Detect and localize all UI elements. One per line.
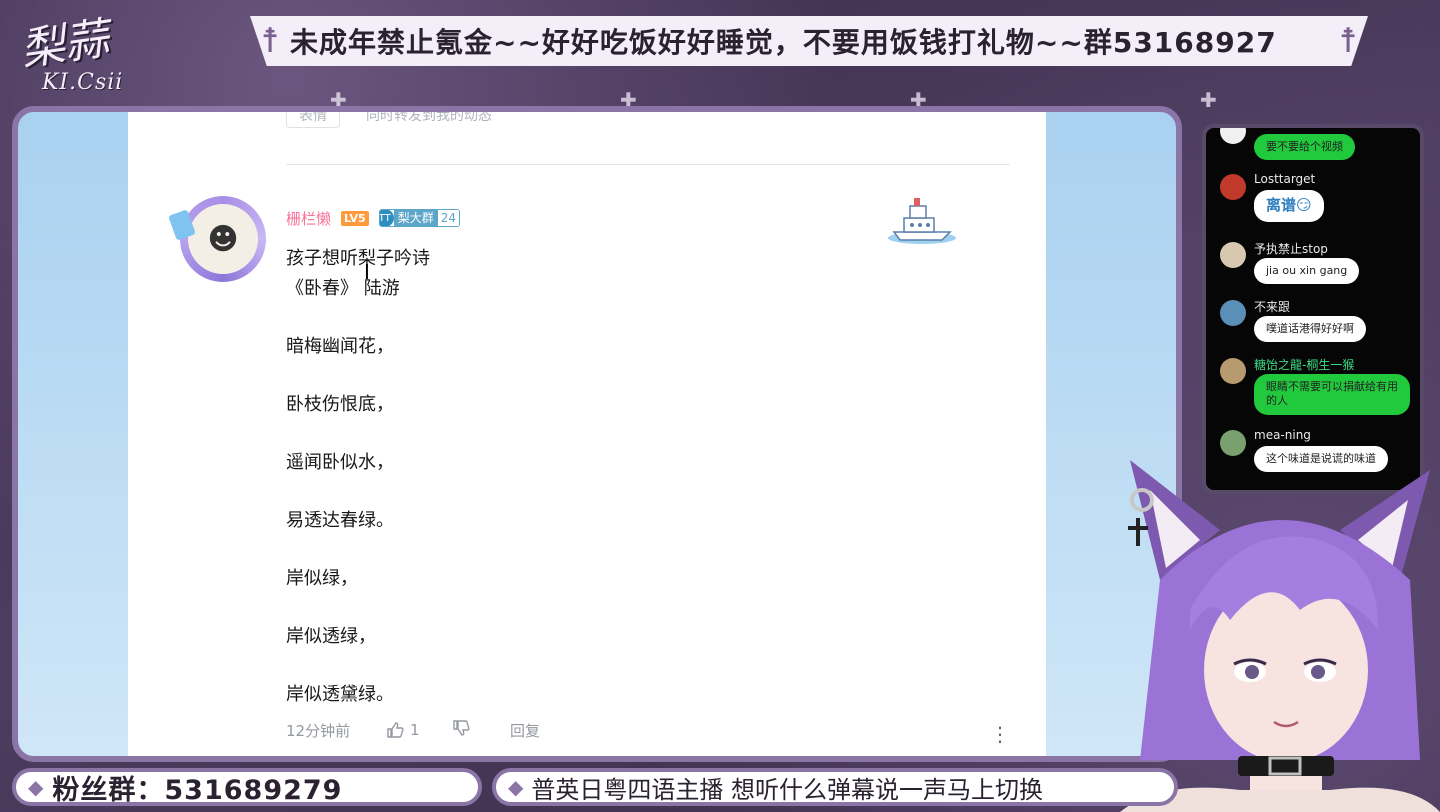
chat-message: 糖饴之龍-桐生一猴 眼睛不需要可以捐献给有用的人 [1220,356,1416,426]
comment-page: 表情 同时转发到我的动态 ☻ 栅栏懒 LV5 TT 梨大群 24 孩子想听梨子吟… [128,112,1046,756]
comment-line: 《卧春》 陆游 [286,278,400,299]
forward-to-feed-checkbox[interactable]: 同时转发到我的动态 [366,112,492,125]
chat-avatar [1220,174,1246,200]
cross-decoration-icon: ✚ [1200,88,1217,112]
fan-group-text: 粉丝群：531689279 [52,774,343,806]
channel-logo: 梨蒜 KI.Csii [16,4,146,104]
logo-main-text: 梨蒜 [17,13,112,76]
chat-username: 予执禁止stop [1254,242,1328,256]
ship-garb-icon [888,198,956,244]
chat-username: Losttarget [1254,172,1316,186]
comment-line: 孩子想听梨子吟诗 [286,248,430,269]
text-cursor-icon: I [364,260,370,284]
like-count: 1 [410,721,420,739]
comment-line: 易透达春绿。 [286,510,394,531]
reply-button[interactable]: 回复 [510,720,570,741]
comment-line: 卧枝伤恨底， [286,394,394,415]
fan-medal-level: 24 [437,210,459,226]
comment-user-line: 栅栏懒 LV5 TT 梨大群 24 [286,208,460,228]
emoji-button[interactable]: 表情 [286,112,340,128]
chat-bubble: 眼睛不需要可以捐献给有用的人 [1254,374,1410,415]
topic-text: 普英日粤四语主播 想听什么弹幕说一声马上切换 [531,775,1044,804]
fan-group-bar: ◆ 粉丝群：531689279 [12,768,482,806]
fan-medal-icon: TT [379,210,394,226]
comment-line: 遥闻卧似水， [286,452,394,473]
comment-footer: 12分钟前 1 回复 ⋮ [286,718,1010,746]
thumbs-up-icon [387,722,404,738]
chat-avatar [1220,358,1246,384]
more-options-icon[interactable]: ⋮ [990,722,1010,746]
comment-username[interactable]: 栅栏懒 [286,208,331,229]
captured-screen: 表情 同时转发到我的动态 ☻ 栅栏懒 LV5 TT 梨大群 24 孩子想听梨子吟… [12,106,1182,762]
user-avatar-frame[interactable]: ☻ [180,196,266,282]
logo-sub-text: KI.Csii [42,70,124,95]
chat-avatar [1220,128,1246,144]
user-level-badge: LV5 [341,210,369,226]
diamond-icon: ◆ [508,775,524,799]
vtuber-avatar [1120,460,1440,812]
chat-username: 不来跟 [1254,300,1291,314]
chat-avatar [1220,242,1246,268]
comment-time: 12分钟前 [286,721,351,740]
dislike-button[interactable] [452,719,510,741]
comment-line: 岸似绿， [286,568,358,589]
chat-bubble: 要不要给个视频 [1254,134,1355,161]
chat-bubble: 噗道话港得好好啊 [1254,316,1366,343]
chat-message: 要不要给个视频 [1220,128,1416,164]
like-button[interactable]: 1 [386,721,452,739]
fan-medal[interactable]: TT 梨大群 24 [378,209,460,227]
chat-avatar [1220,430,1246,456]
comment-line: 暗梅幽闻花， [286,336,394,357]
comment-line: 岸似透黛绿。 [286,684,394,705]
chat-avatar [1220,300,1246,326]
diamond-icon: ◆ [28,775,45,799]
chat-message: Losttarget 离谱😏 [1220,172,1416,236]
thumbs-down-icon [453,720,470,736]
avatar: ☻ [188,204,258,274]
divider [286,164,1010,165]
top-banner: ☨ 未成年禁止氪金~~好好吃饭好好睡觉，不要用饭钱打礼物~~群53168927 … [250,16,1368,66]
chat-message: 不来跟 噗道话港得好好啊 [1220,298,1416,352]
chat-username: mea-ning [1254,428,1311,442]
chat-bubble: 离谱😏 [1254,190,1324,222]
topic-bar: ◆ 普英日粤四语主播 想听什么弹幕说一声马上切换 [492,768,1178,806]
comment-line: 岸似透绿， [286,626,376,647]
chat-bubble: jia ou xin gang [1254,258,1360,285]
danmaku-chat-panel: 要不要给个视频 Losttarget 离谱😏 予执禁止stop jia ou x… [1202,124,1424,494]
previous-comment-actions: 表情 同时转发到我的动态 [286,112,492,128]
chat-username: 糖饴之龍-桐生一猴 [1254,358,1355,372]
chat-message: 予执禁止stop jia ou xin gang [1220,240,1416,294]
top-banner-text: 未成年禁止氪金~~好好吃饭好好睡觉，不要用饭钱打礼物~~群53168927 [290,26,1277,59]
fan-medal-name: 梨大群 [393,210,438,226]
